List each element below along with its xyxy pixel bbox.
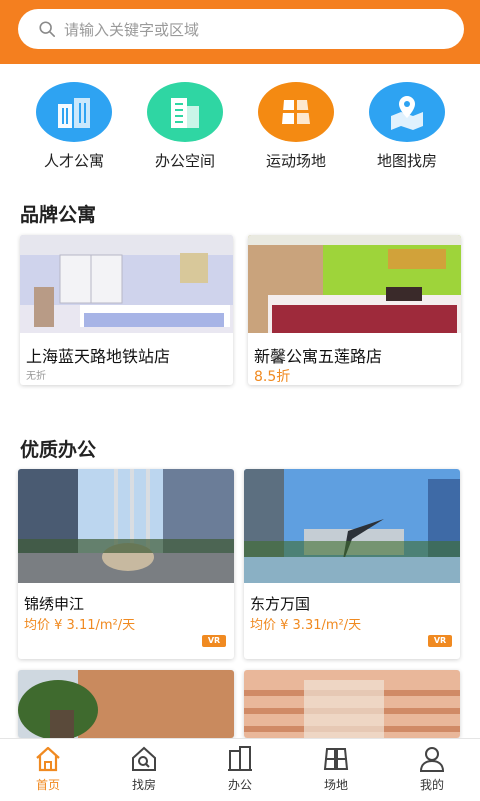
office-card[interactable]: 东方万国 均价 ¥ 3.31/m²/天 VR — [244, 469, 460, 659]
office-card[interactable] — [244, 670, 460, 738]
apartment-photo — [248, 235, 461, 333]
header-bar: 请输入关键字或区域 — [0, 0, 480, 64]
tab-office[interactable]: 办公 — [192, 739, 288, 801]
office-card[interactable]: 锦绣申江 均价 ¥ 3.11/m²/天 VR — [18, 469, 234, 659]
office-section-title: 优质办公 — [20, 439, 97, 461]
office-photo — [18, 469, 234, 583]
vr-icon[interactable]: VR — [202, 635, 226, 647]
map-pin-icon — [369, 82, 445, 142]
search-placeholder: 请输入关键字或区域 — [64, 20, 200, 39]
category-label: 办公空间 — [154, 152, 215, 170]
brand-section-title: 品牌公寓 — [20, 204, 97, 226]
apartment-photo — [20, 235, 233, 333]
tab-mine[interactable]: 我的 — [384, 739, 480, 801]
tab-venue[interactable]: 场地 — [288, 739, 384, 801]
office-name: 东方万国 — [250, 595, 311, 613]
apartment-discount: 无折 — [26, 371, 46, 382]
search-icon — [39, 21, 56, 38]
tab-find-house[interactable]: 找房 — [96, 739, 192, 801]
tab-label: 找房 — [131, 778, 156, 792]
vr-icon[interactable]: VR — [428, 635, 452, 647]
category-talent-apartment[interactable]: 人才公寓 — [29, 82, 119, 171]
apartment-discount: 8.5折 — [254, 369, 291, 385]
tab-label: 首页 — [35, 778, 60, 792]
category-map-search[interactable]: 地图找房 — [362, 82, 452, 171]
office-price: 均价 ¥ 3.11/m²/天 — [24, 618, 136, 633]
office-building-icon — [228, 746, 252, 771]
venue-icon — [323, 748, 349, 770]
office-name: 锦绣申江 — [24, 595, 85, 613]
office-card[interactable] — [18, 670, 234, 738]
apartment-name: 上海蓝天路地铁站店 — [26, 347, 171, 366]
category-sports-field[interactable]: 运动场地 — [251, 82, 341, 171]
category-label: 运动场地 — [265, 152, 326, 170]
tab-label: 我的 — [419, 778, 444, 792]
category-office-space[interactable]: 办公空间 — [140, 82, 230, 171]
apartment-card[interactable]: 新馨公寓五莲路店 8.5折 — [248, 235, 461, 385]
apartment-name: 新馨公寓五莲路店 — [254, 347, 383, 366]
category-label: 地图找房 — [376, 152, 437, 170]
office-photo — [244, 469, 460, 583]
office-price: 均价 ¥ 3.31/m²/天 — [250, 618, 362, 633]
bottom-tab-bar: 首页 找房 办公 场地 我的 — [0, 738, 480, 801]
category-label: 人才公寓 — [43, 152, 104, 170]
office-icon — [147, 82, 223, 142]
tab-home[interactable]: 首页 — [0, 739, 96, 801]
apartment-card[interactable]: 上海蓝天路地铁站店 无折 — [20, 235, 233, 385]
search-input[interactable]: 请输入关键字或区域 — [18, 9, 464, 49]
tab-label: 办公 — [227, 778, 252, 792]
office-photo — [18, 670, 234, 738]
sports-field-icon — [258, 82, 334, 142]
house-search-icon — [132, 746, 156, 771]
user-icon — [419, 747, 445, 772]
home-icon — [36, 746, 60, 772]
tab-label: 场地 — [323, 778, 348, 792]
building-icon — [36, 82, 112, 142]
office-photo — [244, 670, 460, 738]
